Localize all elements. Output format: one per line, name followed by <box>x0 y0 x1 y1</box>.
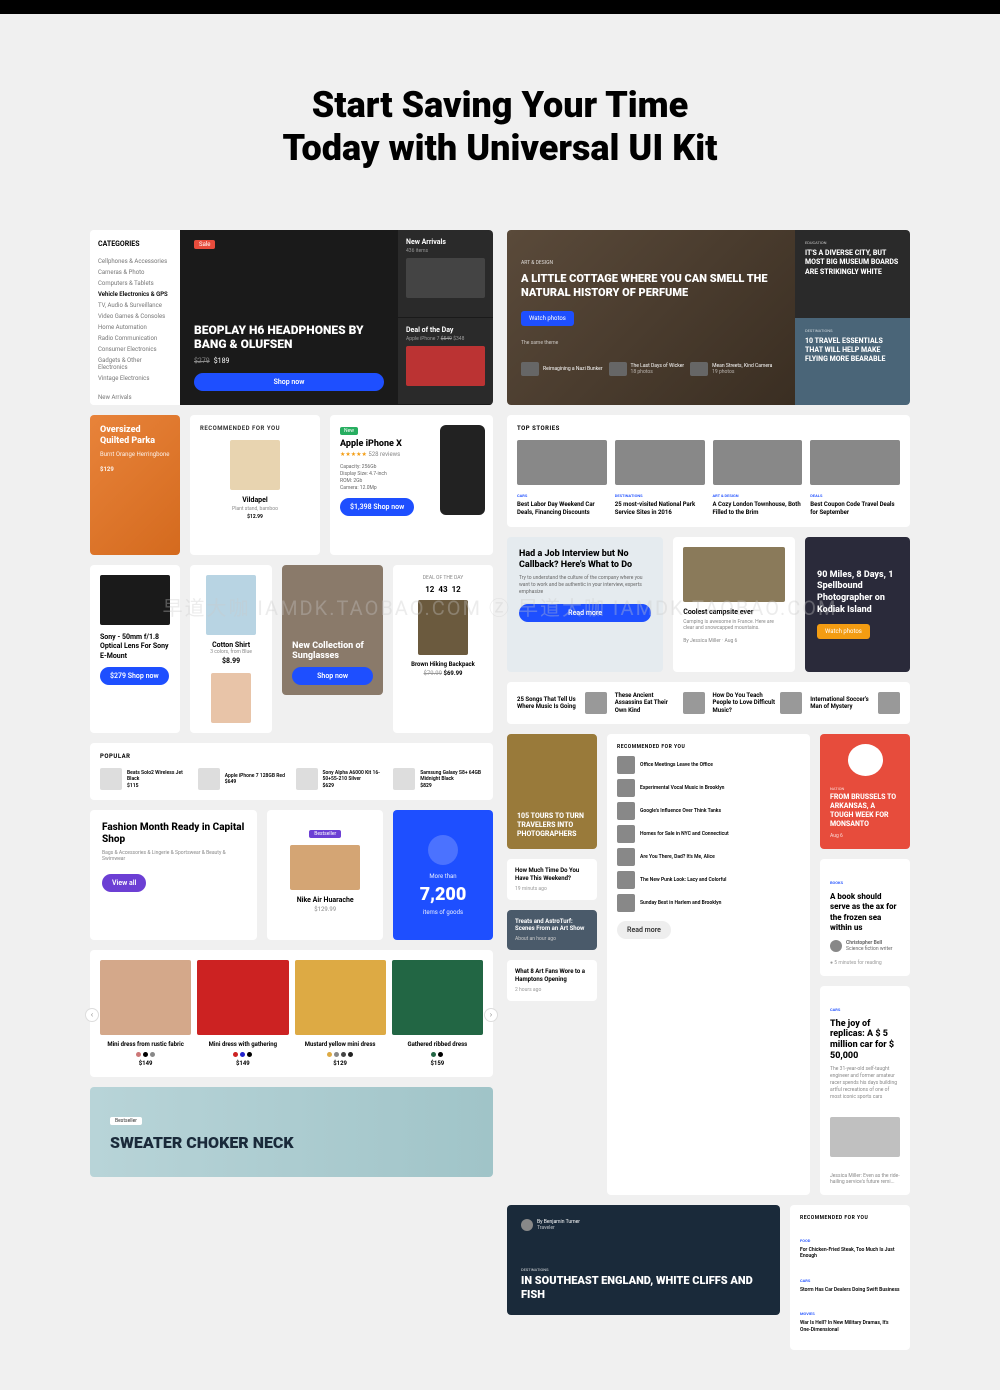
brussels-card[interactable]: NATIONFROM BRUSSELS TO ARKANSAS, A TOUGH… <box>820 734 910 849</box>
story-item[interactable]: DESTINATIONS25 most-visited National Par… <box>615 440 705 517</box>
destinations-card[interactable]: DESTINATIONS10 TRAVEL ESSENTIALS THAT WI… <box>795 318 910 406</box>
backpack-card[interactable]: DEAL OF THE DAY 124312 Brown Hiking Back… <box>393 565 493 733</box>
iphone-buy-button[interactable]: $1,398 Shop now <box>340 498 414 516</box>
carousel-next-button[interactable]: › <box>484 1008 498 1022</box>
vildapel-item[interactable]: VildapelPlant stand, bamboo$12.99 <box>200 440 310 520</box>
popular-item[interactable]: Beats Solo2 Wireless Jet Black$115 <box>100 768 190 790</box>
cotton-shirt-card[interactable]: Cotton Shirt3 colors, from Blue$8.99 <box>190 565 272 733</box>
replicas-card[interactable]: CARSThe joy of replicas: A $ 5 million c… <box>820 986 910 1195</box>
story-item[interactable]: DEALSBest Coupon Code Travel Deals for S… <box>810 440 900 517</box>
category-item[interactable]: Radio Communication <box>98 333 172 344</box>
category-item[interactable]: Video Games & Consoles <box>98 311 172 322</box>
reclist-item[interactable]: Google's Influence Over Think Tanks <box>617 802 800 820</box>
astro-card[interactable]: Treats and AstroTurf: Scenes From an Art… <box>507 910 597 951</box>
kodiak-card[interactable]: 90 Miles, 8 Days, 1 Spellbound Photograp… <box>805 537 910 672</box>
mini-stories-row: 25 Songs That Tell Us Where Music Is Goi… <box>507 682 910 724</box>
iphone-x-card[interactable]: New Apple iPhone X ★★★★★ 528 reviews Cap… <box>330 415 493 555</box>
category-item[interactable]: TV, Audio & Surveillance <box>98 300 172 311</box>
weekend-card[interactable]: How Much Time Do You Have This Weekend?1… <box>507 859 597 900</box>
story-item[interactable]: CARSBest Labor Day Weekend Car Deals, Fi… <box>517 440 607 517</box>
category-item[interactable]: Home Automation <box>98 322 172 333</box>
mini-story[interactable]: These Ancient Assassins Eat Their Own Ki… <box>615 692 705 714</box>
rec-right-item[interactable]: MOVIESWar Is Hell? In New Military Drama… <box>800 1300 900 1333</box>
category-item[interactable]: Cameras & Photo <box>98 267 172 278</box>
story-item[interactable]: ART & DESIGNA Cozy London Townhouse, Bot… <box>713 440 803 517</box>
categories-sidebar: CATEGORIES Cellphones & AccessoriesCamer… <box>90 230 180 405</box>
nike-card[interactable]: Bestseller Nike Air Huarache$129.99 <box>267 810 383 940</box>
popular-item[interactable]: Samsung Galaxy S8+ 64GB Midnight Black$8… <box>393 768 483 790</box>
dresses-carousel: ‹ Mini dress from rustic fabric$149Mini … <box>90 950 493 1077</box>
mini-story[interactable]: 25 Songs That Tell Us Where Music Is Goi… <box>517 692 607 714</box>
reclist-item[interactable]: Are You There, Dad? It's Me, Alice <box>617 848 800 866</box>
parka-card[interactable]: Oversized Quilted ParkaBurnt Orange Herr… <box>90 415 180 555</box>
category-item[interactable]: Consumer Electronics <box>98 344 172 355</box>
fashion-month-card[interactable]: Fashion Month Ready in Capital ShopBags … <box>90 810 257 940</box>
sunglasses-card[interactable]: New Collection of SunglassesShop now <box>282 565 383 695</box>
dress-item[interactable]: Mini dress from rustic fabric$149 <box>100 960 191 1067</box>
mini-story[interactable]: How Do You Teach People to Love Difficul… <box>713 692 803 714</box>
popular-block: POPULAR Beats Solo2 Wireless Jet Black$1… <box>90 743 493 800</box>
reclist-item[interactable]: Office Meetings Leave the Office <box>617 756 800 774</box>
rec-right-item[interactable]: CARSStorm Has Car Dealers Doing Swift Bu… <box>800 1267 900 1294</box>
education-card[interactable]: EDUCATIONIT'S A DIVERSE CITY, BUT MOST B… <box>795 230 910 318</box>
recommendations-list: RECOMMENDED FOR YOU Office Meetings Leav… <box>607 734 810 1195</box>
hero-heading: Start Saving Your TimeToday with Univers… <box>0 14 1000 230</box>
dress-item[interactable]: Mini dress with gathering$149 <box>197 960 288 1067</box>
rec-right-item[interactable]: FOODFor Chicken-Fried Steak, Too Much Is… <box>800 1227 900 1260</box>
carousel-prev-button[interactable]: ‹ <box>85 1008 99 1022</box>
tours-card[interactable]: 105 TOURS TO TURN TRAVELERS INTO PHOTOGR… <box>507 734 597 849</box>
dress-item[interactable]: Gathered ribbed dress$159 <box>392 960 483 1067</box>
reclist-item[interactable]: Sunday Best in Harlem and Brooklyn <box>617 894 800 912</box>
sony-lens-card[interactable]: Sony - 50mm f/1.8 Optical Lens For Sony … <box>90 565 180 733</box>
category-item[interactable]: Cellphones & Accessories <box>98 256 172 267</box>
mini-story[interactable]: International Soccer's Man of Mystery <box>810 692 900 714</box>
sweater-banner[interactable]: BestsellerSWEATER CHOKER NECK <box>90 1087 493 1177</box>
recommended-card: RECOMMENDED FOR YOU VildapelPlant stand,… <box>190 415 320 555</box>
reclist-item[interactable]: Experimental Vocal Music in Brooklyn <box>617 779 800 797</box>
category-item[interactable]: Vintage Electronics <box>98 373 172 384</box>
recommended-right: RECOMMENDED FOR YOU FOODFor Chicken-Frie… <box>790 1205 910 1351</box>
interview-card[interactable]: Had a Job Interview but No Callback? Her… <box>507 537 663 672</box>
goods-count-card: More than7,200items of goods <box>393 810 493 940</box>
new-arrivals-card[interactable]: New Arrivals436 items <box>398 230 493 318</box>
dress-item[interactable]: Mustard yellow mini dress$129 <box>295 960 386 1067</box>
watch-photos-button[interactable]: Watch photos <box>521 311 574 326</box>
category-item[interactable]: Computers & Tablets <box>98 278 172 289</box>
category-item[interactable]: Gadgets & Other Electronics <box>98 355 172 373</box>
reclist-item[interactable]: Homes for Sale in NYC and Connecticut <box>617 825 800 843</box>
category-item[interactable]: Vehicle Electronics & GPS <box>98 289 172 300</box>
top-stories-block: TOP STORIES CARSBest Labor Day Weekend C… <box>507 415 910 527</box>
sale-badge: Sale <box>194 240 215 249</box>
popular-item[interactable]: Sony Alpha A6000 Kit 16-50+55-210 Silver… <box>296 768 386 790</box>
headphones-hero[interactable]: Sale BEOPLAY H6 HEADPHONES BY BANG & OLU… <box>180 230 398 405</box>
campsite-card[interactable]: Coolest campsite everCamping is awesome … <box>673 537 795 672</box>
hero-product-block: CATEGORIES Cellphones & AccessoriesCamer… <box>90 230 493 405</box>
hamptons-card[interactable]: What 8 Art Fans Wore to a Hamptons Openi… <box>507 960 597 1001</box>
cottage-hero: ART & DESIGNA LITTLE COTTAGE WHERE YOU C… <box>507 230 910 405</box>
popular-item[interactable]: Apple iPhone 7 128GB Red$649 <box>198 768 288 790</box>
book-card[interactable]: BOOKSA book should serve as the ax for t… <box>820 859 910 976</box>
reclist-item[interactable]: The New Punk Look: Lacy and Colorful <box>617 871 800 889</box>
deal-of-day-card[interactable]: Deal of the DayApple iPhone 7 $549 $348 <box>398 318 493 406</box>
southeast-england-card[interactable]: By Benjamin TurnerTraveler DESTINATIONSI… <box>507 1205 780 1315</box>
shop-now-button[interactable]: Shop now <box>194 373 384 391</box>
